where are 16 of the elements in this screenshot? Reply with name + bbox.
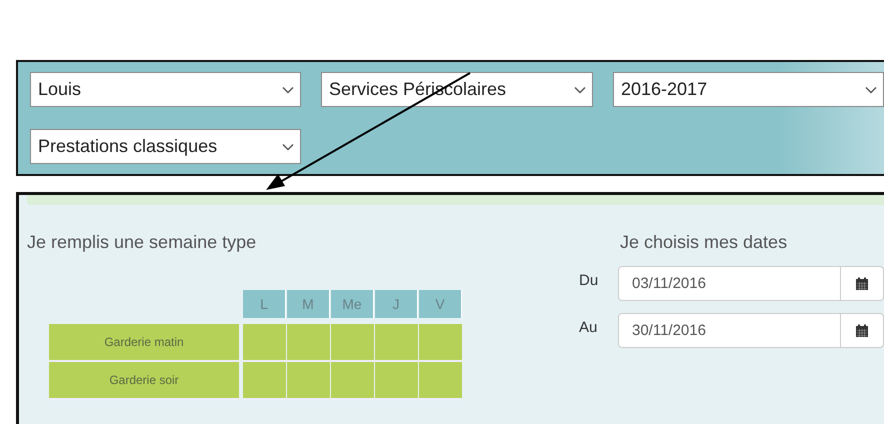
day-header: Me bbox=[331, 290, 374, 318]
row-label: Garderie matin bbox=[49, 324, 239, 362]
day-header: V bbox=[419, 290, 462, 318]
dropdown[interactable]: Louis bbox=[30, 72, 301, 107]
date-field[interactable]: 30/11/2016 bbox=[618, 313, 884, 348]
date-field[interactable]: 03/11/2016 bbox=[618, 266, 884, 301]
row-label: Garderie soir bbox=[49, 362, 239, 400]
section-title: Je choisis mes dates bbox=[620, 232, 788, 254]
field-label: Au bbox=[579, 319, 598, 338]
day-header: L bbox=[243, 290, 286, 318]
dropdown[interactable]: Prestations classiques bbox=[30, 129, 301, 164]
field-label: Du bbox=[579, 272, 600, 291]
day-header: J bbox=[375, 290, 418, 318]
dropdown[interactable]: 2016-2017 bbox=[613, 72, 884, 107]
section-title: Je remplis une semaine type bbox=[27, 232, 258, 254]
day-header: M bbox=[287, 290, 330, 318]
